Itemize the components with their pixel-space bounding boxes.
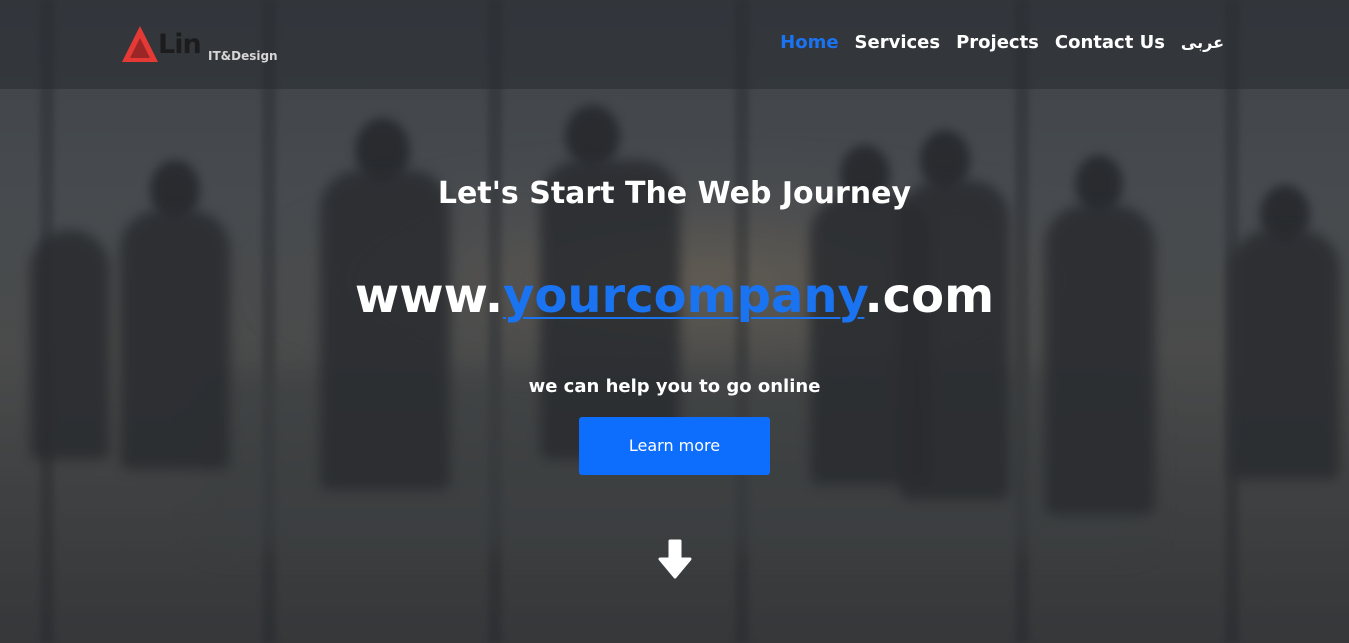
scroll-down-button[interactable] bbox=[652, 537, 698, 583]
domain-link[interactable]: yourcompany bbox=[503, 268, 864, 324]
hero-domain: www.yourcompany.com bbox=[0, 263, 1349, 329]
hero-subtext: we can help you to go online bbox=[528, 376, 821, 397]
hero-section: Lin IT&Design Home Services Projects Con… bbox=[0, 0, 1349, 643]
domain-suffix: .com bbox=[864, 268, 995, 324]
domain-prefix: www. bbox=[354, 268, 504, 324]
learn-more-button[interactable]: Learn more bbox=[579, 417, 770, 475]
hero-tagline: Let's Start The Web Journey bbox=[437, 176, 912, 211]
arrow-down-icon bbox=[658, 539, 692, 579]
hero-content: Let's Start The Web Journey www.yourcomp… bbox=[0, 0, 1349, 643]
